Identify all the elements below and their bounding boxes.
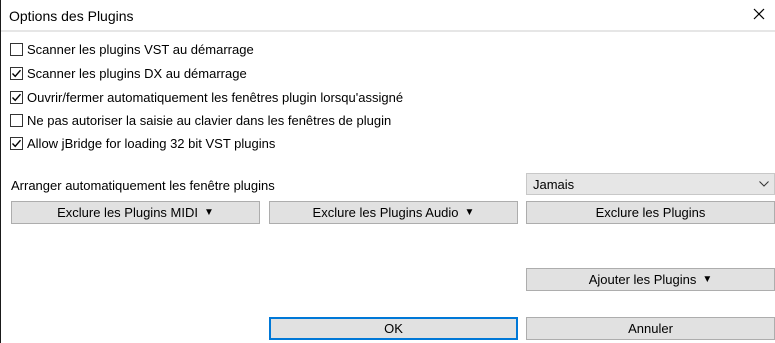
add-plugins-button[interactable]: Ajouter les Plugins ▼	[526, 268, 775, 291]
dropdown-arrow-icon: ▼	[203, 207, 214, 218]
checkbox-scan-vst[interactable]	[10, 42, 23, 56]
dialog-title: Options des Plugins	[9, 8, 134, 24]
option-scan-vst[interactable]: Scanner les plugins VST au démarrage	[10, 41, 254, 57]
option-no-keyboard-input[interactable]: Ne pas autoriser la saisie au clavier da…	[10, 112, 391, 128]
button-label: Ajouter les Plugins	[588, 272, 697, 287]
dropdown-arrow-icon: ▼	[702, 274, 713, 285]
arrange-select[interactable]: Jamais	[526, 173, 775, 195]
option-scan-dx[interactable]: Scanner les plugins DX au démarrage	[10, 65, 247, 81]
plugin-options-dialog: Options des Plugins Scanner les plugins …	[0, 0, 775, 343]
chevron-down-icon	[759, 181, 769, 187]
arrange-label: Arranger automatiquement les fenêtre plu…	[11, 178, 275, 193]
close-button[interactable]	[742, 0, 775, 28]
exclude-plugins-button[interactable]: Exclure les Plugins	[526, 201, 775, 224]
checkbox-auto-open-close[interactable]	[10, 90, 23, 104]
checkbox-no-keyboard-input[interactable]	[10, 113, 23, 127]
exclude-midi-plugins-button[interactable]: Exclure les Plugins MIDI ▼	[11, 201, 260, 224]
option-label: Scanner les plugins VST au démarrage	[27, 41, 254, 57]
arrange-selected-value: Jamais	[533, 177, 575, 192]
option-label: Scanner les plugins DX au démarrage	[27, 65, 247, 81]
checkbox-scan-dx[interactable]	[10, 66, 23, 80]
button-label: Exclure les Plugins Audio	[312, 205, 459, 220]
title-separator	[1, 30, 775, 32]
button-label: Exclure les Plugins	[595, 205, 706, 220]
option-label: Ouvrir/fermer automatiquement les fenêtr…	[27, 89, 404, 105]
cancel-button[interactable]: Annuler	[526, 317, 775, 340]
title-bar: Options des Plugins	[1, 0, 775, 30]
checkmark-icon	[11, 69, 22, 77]
button-label: OK	[384, 321, 403, 336]
option-label: Ne pas autoriser la saisie au clavier da…	[27, 112, 392, 128]
button-label: Exclure les Plugins MIDI	[57, 205, 198, 220]
checkmark-icon	[11, 93, 22, 101]
dropdown-arrow-icon: ▼	[464, 207, 475, 218]
close-icon	[753, 8, 765, 20]
checkbox-allow-jbridge[interactable]	[10, 136, 23, 150]
button-label: Annuler	[628, 321, 673, 336]
option-label: Allow jBridge for loading 32 bit VST plu…	[27, 135, 276, 151]
option-auto-open-close[interactable]: Ouvrir/fermer automatiquement les fenêtr…	[10, 89, 403, 105]
checkmark-icon	[11, 139, 22, 147]
exclude-audio-plugins-button[interactable]: Exclure les Plugins Audio ▼	[269, 201, 518, 224]
option-allow-jbridge[interactable]: Allow jBridge for loading 32 bit VST plu…	[10, 135, 275, 151]
ok-button[interactable]: OK	[269, 317, 518, 340]
